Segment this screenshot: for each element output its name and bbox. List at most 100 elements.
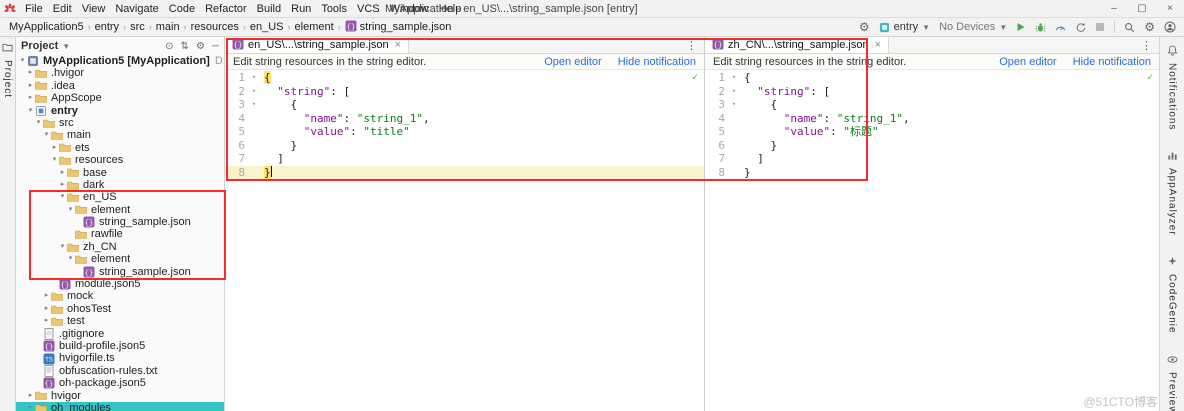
expanded-arrow-icon[interactable]: ▾: [34, 117, 43, 129]
collapsed-arrow-icon[interactable]: ▸: [42, 315, 51, 327]
user-avatar[interactable]: [1164, 21, 1176, 33]
tool-stripe-previewer[interactable]: Previewer: [1167, 354, 1178, 411]
expanded-arrow-icon[interactable]: ▾: [66, 204, 75, 216]
stop-button[interactable]: [1095, 22, 1105, 32]
maximize-button[interactable]: ▢: [1128, 3, 1156, 14]
panel-settings-gear-icon[interactable]: ⚙: [196, 41, 205, 52]
tree-item-build-profile-json5[interactable]: {}build-profile.json5: [16, 340, 224, 352]
tab-close-icon[interactable]: ×: [875, 39, 881, 51]
breadcrumb-item-main[interactable]: main: [153, 21, 183, 33]
code-line[interactable]: 2▾ "string": [: [225, 85, 704, 99]
collapsed-arrow-icon[interactable]: ▸: [42, 303, 51, 315]
tree-item-element[interactable]: ▾element: [16, 253, 224, 265]
menu-code[interactable]: Code: [164, 2, 200, 16]
fold-marker-icon[interactable]: ▾: [249, 85, 259, 99]
tree-item-myapplication5-myapplication[interactable]: ▾MyApplication5 [MyApplication]D:\code\M…: [16, 55, 224, 67]
breadcrumb-item-string-sample-json[interactable]: {}string_sample.json: [342, 20, 455, 35]
menu-tools[interactable]: Tools: [316, 2, 352, 16]
expanded-arrow-icon[interactable]: ▾: [58, 191, 67, 203]
expanded-arrow-icon[interactable]: ▾: [18, 55, 27, 67]
tree-item-string-sample-json[interactable]: {}string_sample.json: [16, 266, 224, 278]
code-line[interactable]: 4 "name": "string_1",: [225, 112, 704, 126]
hide-notification-link[interactable]: Hide notification: [1073, 56, 1151, 68]
breadcrumb-item-entry[interactable]: entry: [92, 21, 122, 33]
tree-item-src[interactable]: ▾src: [16, 117, 224, 129]
expanded-arrow-icon[interactable]: ▾: [58, 241, 67, 253]
code-line[interactable]: 7 ]: [225, 152, 704, 166]
code-line[interactable]: 3▾ {: [225, 98, 704, 112]
collapsed-arrow-icon[interactable]: ▸: [26, 402, 35, 411]
tree-item-hvigor[interactable]: ▸hvigor: [16, 390, 224, 402]
expanded-arrow-icon[interactable]: ▾: [66, 253, 75, 265]
expanded-arrow-icon[interactable]: ▾: [50, 154, 59, 166]
chevron-down-icon[interactable]: ▼: [62, 42, 70, 51]
code-line[interactable]: 6 }: [705, 139, 1159, 153]
editor-tab-zh-cn-string-sample-json[interactable]: {}zh_CN\...\string_sample.json×: [705, 37, 889, 53]
code-line[interactable]: 5 "value": "title": [225, 125, 704, 139]
tree-item-obfuscation-rules-txt[interactable]: obfuscation-rules.txt: [16, 365, 224, 377]
tree-item-main[interactable]: ▾main: [16, 129, 224, 141]
menu-file[interactable]: File: [20, 2, 48, 16]
inspections-ok-icon[interactable]: ✓: [1147, 72, 1153, 83]
collapsed-arrow-icon[interactable]: ▸: [58, 167, 67, 179]
collapsed-arrow-icon[interactable]: ▸: [26, 390, 35, 402]
collapse-all-icon[interactable]: ⇅: [181, 41, 189, 52]
menu-edit[interactable]: Edit: [48, 2, 77, 16]
menu-build[interactable]: Build: [252, 2, 286, 16]
tool-stripe-appanalyzer[interactable]: AppAnalyzer: [1167, 150, 1178, 236]
tree-item-mock[interactable]: ▸mock: [16, 290, 224, 302]
device-selector[interactable]: No Devices ▼: [939, 21, 1007, 33]
menu-view[interactable]: View: [77, 2, 111, 16]
collapsed-arrow-icon[interactable]: ▸: [26, 67, 35, 79]
menu-vcs[interactable]: VCS: [352, 2, 385, 16]
tree-item-oh-package-json5[interactable]: {}oh-package.json5: [16, 377, 224, 389]
tree-item-resources[interactable]: ▾resources: [16, 154, 224, 166]
tab-close-icon[interactable]: ×: [395, 39, 401, 51]
open-editor-link[interactable]: Open editor: [999, 56, 1056, 68]
open-editor-link[interactable]: Open editor: [544, 56, 601, 68]
tree-item-oh-modules[interactable]: ▸oh_modules: [16, 402, 224, 411]
run-config-selector[interactable]: entry ▼: [879, 21, 930, 33]
close-button[interactable]: ×: [1156, 3, 1184, 14]
debug-button[interactable]: [1035, 22, 1046, 33]
expanded-arrow-icon[interactable]: ▾: [26, 105, 35, 117]
tree-item-appscope[interactable]: ▸AppScope: [16, 92, 224, 104]
tab-options-kebab-icon[interactable]: ⋮: [1134, 37, 1159, 53]
tree-item-idea[interactable]: ▸.idea: [16, 80, 224, 92]
code-line[interactable]: 1▾{: [225, 71, 704, 85]
code-line[interactable]: 8}: [225, 166, 704, 180]
tree-item-base[interactable]: ▸base: [16, 167, 224, 179]
code-line[interactable]: 7 ]: [705, 152, 1159, 166]
code-line[interactable]: 1▾{: [705, 71, 1159, 85]
tool-stripe-notifications[interactable]: Notifications: [1167, 45, 1178, 130]
tab-options-kebab-icon[interactable]: ⋮: [679, 37, 704, 53]
menu-refactor[interactable]: Refactor: [200, 2, 252, 16]
tree-item-string-sample-json[interactable]: {}string_sample.json: [16, 216, 224, 228]
project-settings-gear-icon[interactable]: ⚙: [859, 21, 870, 33]
collapsed-arrow-icon[interactable]: ▸: [26, 80, 35, 92]
tree-item-element[interactable]: ▾element: [16, 204, 224, 216]
tree-item-hvigor[interactable]: ▸.hvigor: [16, 67, 224, 79]
tree-item-module-json5[interactable]: {}module.json5: [16, 278, 224, 290]
run-button[interactable]: [1016, 22, 1026, 32]
breadcrumb-item-en-us[interactable]: en_US: [247, 21, 287, 33]
select-opened-file-icon[interactable]: ⊙: [165, 41, 173, 52]
code-line[interactable]: 5 "value": "标题": [705, 125, 1159, 139]
project-panel-title[interactable]: Project: [21, 40, 58, 52]
fold-marker-icon[interactable]: ▾: [729, 98, 739, 112]
settings-gear-icon[interactable]: ⚙: [1144, 21, 1155, 33]
tree-item-ets[interactable]: ▸ets: [16, 142, 224, 154]
tree-item-zh-cn[interactable]: ▾zh_CN: [16, 241, 224, 253]
hide-notification-link[interactable]: Hide notification: [618, 56, 696, 68]
hide-panel-icon[interactable]: ─: [212, 41, 219, 52]
menu-run[interactable]: Run: [286, 2, 316, 16]
tree-item-ohostest[interactable]: ▸ohosTest: [16, 303, 224, 315]
collapsed-arrow-icon[interactable]: ▸: [58, 179, 67, 191]
breadcrumb-item-element[interactable]: element: [292, 21, 337, 33]
project-tool-icon[interactable]: [2, 42, 13, 56]
attach-debugger-button[interactable]: [1075, 22, 1086, 33]
code-line[interactable]: 4 "name": "string_1",: [705, 112, 1159, 126]
breadcrumb-item-src[interactable]: src: [127, 21, 148, 33]
menu-navigate[interactable]: Navigate: [110, 2, 163, 16]
tree-item-hvigorfile-ts[interactable]: TShvigorfile.ts: [16, 352, 224, 364]
